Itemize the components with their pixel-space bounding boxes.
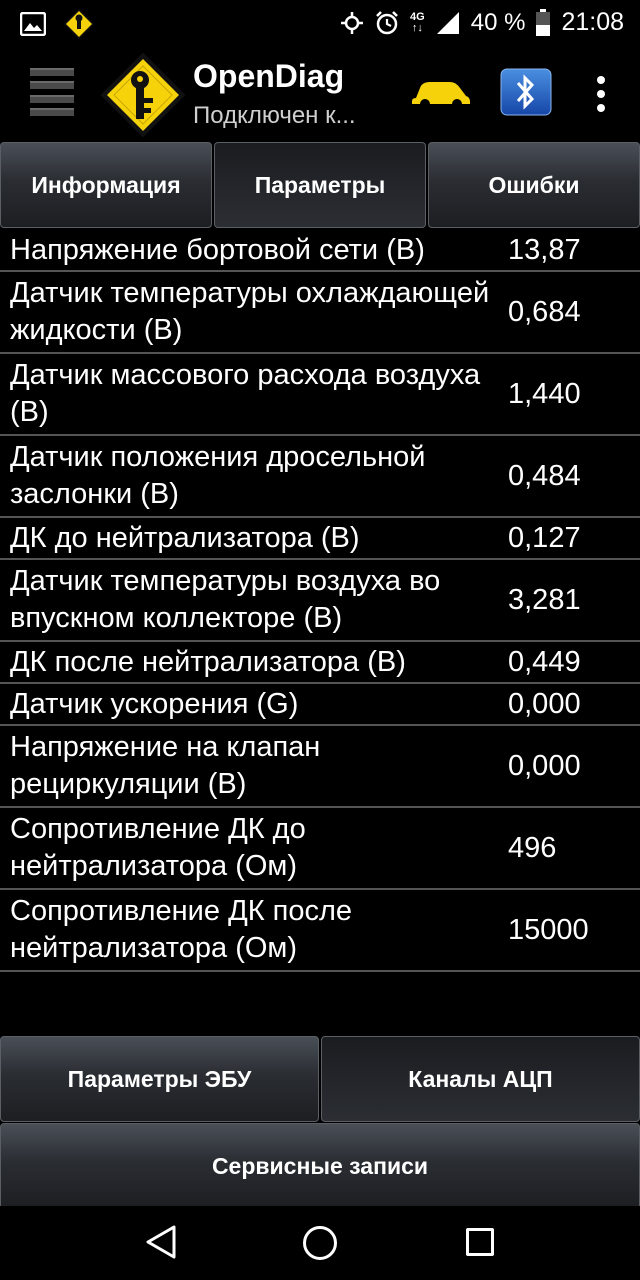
- app-logo-icon: [100, 52, 186, 138]
- gps-icon: [341, 11, 364, 34]
- list-item: Сопротивление ДК после нейтрализатора (О…: [0, 890, 640, 972]
- param-value: 15000: [508, 913, 589, 946]
- tab-errors[interactable]: Ошибки: [428, 142, 640, 228]
- param-label: Напряжение на клапан рециркуляции (В): [10, 731, 321, 800]
- service-records-button[interactable]: Сервисные записи: [0, 1123, 640, 1209]
- list-item: Напряжение на клапан рециркуляции (В) 0,…: [0, 726, 640, 808]
- param-value: 0,449: [508, 645, 581, 678]
- param-label: ДК до нейтрализатора (В): [10, 521, 360, 554]
- param-label: Напряжение бортовой сети (В): [10, 233, 425, 266]
- list-item: Датчик положения дросельной заслонки (В)…: [0, 436, 640, 518]
- back-icon[interactable]: [144, 1224, 178, 1260]
- battery-percent: 40 %: [470, 8, 526, 36]
- param-label: Сопротивление ДК до нейтрализатора (Ом): [10, 813, 306, 882]
- app-notification-icon: [64, 9, 94, 39]
- param-label: Датчик ускорения (G): [10, 687, 299, 720]
- param-label: Датчик температуры воздуха во впускном к…: [10, 565, 441, 634]
- list-item: ДК до нейтрализатора (В) 0,127: [0, 518, 640, 560]
- clock: 21:08: [561, 8, 624, 36]
- image-icon: [20, 12, 46, 36]
- param-value: 0,000: [508, 687, 581, 720]
- tab-bar: Информация Параметры Ошибки: [0, 142, 640, 228]
- signal-icon: [436, 11, 459, 34]
- param-value: 0,127: [508, 521, 581, 554]
- tab-parameters[interactable]: Параметры: [214, 142, 426, 228]
- param-value: 13,87: [508, 233, 581, 266]
- adc-channels-button[interactable]: Каналы АЦП: [321, 1036, 640, 1122]
- drawer-menu-icon[interactable]: [30, 68, 74, 116]
- param-value: 1,440: [508, 377, 581, 410]
- param-value: 496: [508, 831, 557, 864]
- battery-icon: [536, 8, 551, 36]
- list-item: ДК после нейтрализатора (В) 0,449: [0, 642, 640, 684]
- param-label: ДК после нейтрализатора (В): [10, 645, 406, 678]
- action-bar: OpenDiag Подключен к...: [0, 46, 640, 142]
- overflow-menu-icon[interactable]: [590, 76, 612, 112]
- recent-apps-icon[interactable]: [466, 1228, 494, 1256]
- param-value: 3,281: [508, 583, 581, 616]
- status-bar: 4G ↑↓ 40 % 21:08: [0, 0, 640, 46]
- param-value: 0,484: [508, 459, 581, 492]
- car-icon[interactable]: [410, 74, 472, 112]
- navigation-bar: [0, 1206, 640, 1280]
- network-icon: 4G ↑↓: [410, 10, 425, 34]
- param-value: 0,684: [508, 295, 581, 328]
- param-label: Датчик положения дросельной заслонки (В): [10, 441, 426, 510]
- alarm-icon: [376, 10, 398, 34]
- param-label: Датчик температуры охлаждающей жидкости …: [10, 277, 490, 346]
- list-item: Напряжение бортовой сети (В) 13,87: [0, 230, 640, 272]
- param-value: 0,000: [508, 749, 581, 782]
- bluetooth-icon[interactable]: [500, 68, 552, 116]
- param-label: Сопротивление ДК после нейтрализатора (О…: [10, 895, 353, 964]
- parameter-list: Напряжение бортовой сети (В) 13,87 Датчи…: [0, 230, 640, 972]
- ecu-params-button[interactable]: Параметры ЭБУ: [0, 1036, 319, 1122]
- list-item: Датчик ускорения (G) 0,000: [0, 684, 640, 726]
- home-icon[interactable]: [303, 1226, 337, 1260]
- app-title: OpenDiag: [193, 58, 345, 94]
- tab-information[interactable]: Информация: [0, 142, 212, 228]
- list-item: Сопротивление ДК до нейтрализатора (Ом) …: [0, 808, 640, 890]
- param-label: Датчик массового расхода воздуха (В): [10, 359, 481, 428]
- list-item: Датчик температуры воздуха во впускном к…: [0, 560, 640, 642]
- list-item: Датчик массового расхода воздуха (В) 1,4…: [0, 354, 640, 436]
- connection-status: Подключен к...: [193, 102, 356, 129]
- list-item: Датчик температуры охлаждающей жидкости …: [0, 272, 640, 354]
